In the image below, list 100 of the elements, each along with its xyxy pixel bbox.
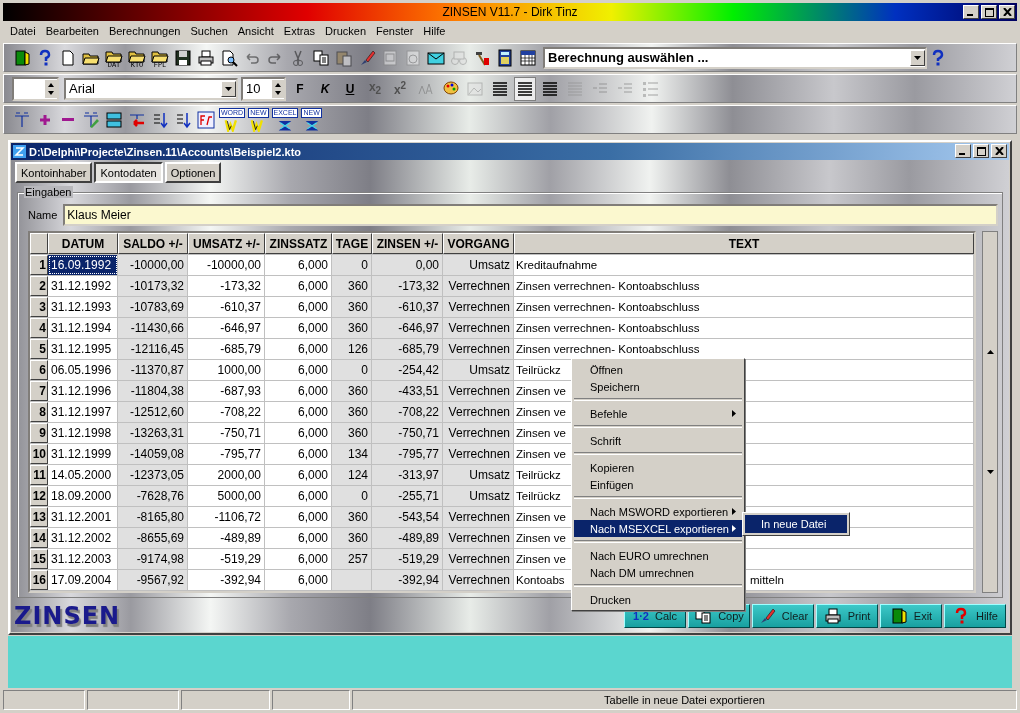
row-header: 7	[30, 381, 48, 401]
action-button[interactable]: Hilfe	[944, 604, 1006, 628]
table-cell: Verrechnen	[443, 444, 514, 464]
table-cell: -11430,66	[118, 318, 188, 338]
tab[interactable]: Optionen	[164, 162, 222, 183]
minimize-button[interactable]	[955, 144, 971, 158]
column-header[interactable]: SALDO +/-	[118, 233, 188, 254]
table-cell: -646,97	[188, 318, 265, 338]
format-button[interactable]	[514, 76, 536, 101]
table-cell: 134	[332, 444, 372, 464]
column-header[interactable]: UMSATZ +/-	[188, 233, 265, 254]
table-cell: -392,94	[188, 570, 265, 590]
table-cell: -12116,45	[118, 339, 188, 359]
table-cell: Verrechnen	[443, 528, 514, 548]
printer-icon	[197, 48, 215, 67]
table-cell: -10000,00	[118, 255, 188, 275]
format-button[interactable]: U	[339, 76, 361, 101]
cards-icon	[105, 110, 123, 129]
minus-icon	[59, 117, 77, 122]
table-cell: -1106,72	[188, 507, 265, 527]
calculator-icon	[496, 48, 514, 67]
menu-item[interactable]: Hilfe	[418, 25, 451, 37]
status-text: Tabelle in neue Datei exportieren	[352, 690, 1017, 710]
maximize-icon	[984, 7, 994, 17]
table-cell: Umsatz	[443, 465, 514, 485]
table-cell: -392,94	[372, 570, 443, 590]
menu-item[interactable]: Berechnungen	[103, 25, 186, 37]
menu-item[interactable]: In neue Datei	[745, 515, 847, 533]
calendar-page-icon	[381, 48, 399, 67]
table-cell: 16.09.1992	[48, 255, 118, 275]
menu-item[interactable]: Befehle	[574, 405, 742, 422]
row-header: 1	[30, 255, 48, 275]
calculation-dropdown[interactable]: Berechnung auswählen ...	[543, 46, 927, 69]
table-cell: -685,79	[372, 339, 443, 359]
menu-item[interactable]: Speichern	[574, 378, 742, 395]
document-title: D:\Delphi\Projecte\Zinsen.11\Accounts\Beispiel2.kto	[29, 145, 302, 158]
table-cell: Umsatz	[443, 255, 514, 275]
scrollbar[interactable]	[982, 231, 998, 593]
action-button[interactable]: Clear	[752, 604, 814, 628]
tab[interactable]: Kontodaten	[94, 162, 163, 183]
format-button[interactable]: K	[314, 76, 336, 101]
font-size-field[interactable]: 10	[241, 76, 286, 101]
group-label: Eingaben	[24, 186, 73, 198]
table-cell: 1000,00	[188, 360, 265, 380]
menu-item[interactable]: Nach MSEXCEL exportieren	[574, 520, 742, 537]
table-cell: -519,29	[188, 549, 265, 569]
table-cell: -708,22	[372, 402, 443, 422]
submenu-arrow-icon	[732, 410, 736, 417]
column-header[interactable]: VORGANG	[443, 233, 514, 254]
tab[interactable]: Kontoinhaber	[15, 162, 93, 183]
printer-icon	[823, 607, 842, 625]
maximize-button[interactable]	[981, 5, 997, 19]
minimize-button[interactable]	[963, 5, 979, 19]
table-cell: Verrechnen	[443, 339, 514, 359]
table-cell: 126	[332, 339, 372, 359]
format-button[interactable]: F	[289, 76, 311, 101]
table-cell: -795,77	[372, 444, 443, 464]
close-button[interactable]	[999, 5, 1015, 19]
menu-item[interactable]: Ansicht	[232, 25, 279, 37]
menu-item[interactable]: Nach EURO umrechnen	[574, 547, 742, 564]
calendar-icon	[519, 48, 537, 67]
table-cell: -433,51	[372, 381, 443, 401]
column-header[interactable]: ZINSSATZ	[265, 233, 332, 254]
menu-item[interactable]: Drucken	[320, 25, 371, 37]
name-field[interactable]: Klaus Meier	[63, 203, 998, 226]
table-cell: Verrechnen	[443, 276, 514, 296]
row-header: 3	[30, 297, 48, 317]
menu-item[interactable]: Extras	[278, 25, 321, 37]
column-header[interactable]: TEXT	[514, 233, 974, 254]
column-header[interactable]: DATUM	[48, 233, 118, 254]
table-cell: Verrechnen	[443, 318, 514, 338]
close-icon	[994, 147, 1004, 155]
menu-item[interactable]: Öffnen	[574, 361, 742, 378]
cell-text: Kontoabs	[516, 574, 565, 586]
scroll-down-icon	[986, 470, 994, 474]
style-spin-field[interactable]	[12, 76, 59, 101]
row-header: 11	[30, 465, 48, 485]
app-icon	[13, 145, 26, 158]
row-header: 8	[30, 402, 48, 422]
table-cell: -9567,92	[118, 570, 188, 590]
action-button[interactable]: Exit	[880, 604, 942, 628]
menu-item[interactable]: Bearbeiten	[40, 25, 104, 37]
print-preview-icon	[220, 48, 238, 67]
close-button[interactable]	[991, 144, 1007, 158]
menu-item[interactable]: Datei	[5, 25, 41, 37]
menu-item[interactable]: Fenster	[371, 25, 419, 37]
table-cell: Zinsen verrechnen- Kontoabschluss	[514, 276, 974, 296]
table-cell: Verrechnen	[443, 423, 514, 443]
column-header[interactable]: TAGE	[332, 233, 372, 254]
table-cell: -313,97	[372, 465, 443, 485]
font-dropdown[interactable]: Arial	[64, 77, 238, 100]
column-header[interactable]: ZINSEN +/-	[372, 233, 443, 254]
maximize-button[interactable]	[973, 144, 989, 158]
action-button[interactable]: Print	[816, 604, 878, 628]
table-cell: Verrechnen	[443, 297, 514, 317]
table-cell: 360	[332, 423, 372, 443]
row-header: 2	[30, 276, 48, 296]
sort-down-icon	[174, 110, 192, 129]
row-header: 13	[30, 507, 48, 527]
menu-item[interactable]: Suchen	[185, 25, 233, 37]
